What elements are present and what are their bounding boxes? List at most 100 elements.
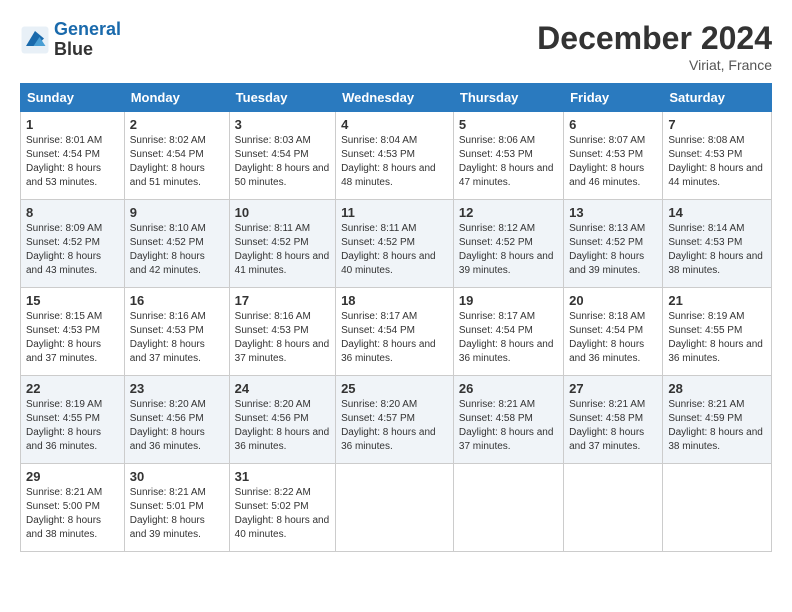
day-number: 30 — [130, 469, 224, 484]
day-info: Sunrise: 8:03 AM Sunset: 4:54 PM Dayligh… — [235, 134, 330, 190]
day-number: 9 — [130, 205, 224, 220]
day-cell-6: 6 Sunrise: 8:07 AM Sunset: 4:53 PM Dayli… — [564, 112, 663, 200]
day-cell-10: 10 Sunrise: 8:11 AM Sunset: 4:52 PM Dayl… — [229, 200, 335, 288]
day-cell-3: 3 Sunrise: 8:03 AM Sunset: 4:54 PM Dayli… — [229, 112, 335, 200]
day-number: 28 — [668, 381, 766, 396]
day-cell-31: 31 Sunrise: 8:22 AM Sunset: 5:02 PM Dayl… — [229, 464, 335, 552]
col-sunday: Sunday — [21, 84, 125, 112]
day-info: Sunrise: 8:20 AM Sunset: 4:57 PM Dayligh… — [341, 398, 448, 454]
day-info: Sunrise: 8:09 AM Sunset: 4:52 PM Dayligh… — [26, 222, 119, 278]
day-cell-15: 15 Sunrise: 8:15 AM Sunset: 4:53 PM Dayl… — [21, 288, 125, 376]
week-row-5: 29 Sunrise: 8:21 AM Sunset: 5:00 PM Dayl… — [21, 464, 772, 552]
col-thursday: Thursday — [453, 84, 563, 112]
logo: General Blue — [20, 20, 121, 60]
day-number: 26 — [459, 381, 558, 396]
day-info: Sunrise: 8:16 AM Sunset: 4:53 PM Dayligh… — [235, 310, 330, 366]
day-number: 4 — [341, 117, 448, 132]
day-cell-30: 30 Sunrise: 8:21 AM Sunset: 5:01 PM Dayl… — [124, 464, 229, 552]
day-info: Sunrise: 8:08 AM Sunset: 4:53 PM Dayligh… — [668, 134, 766, 190]
day-info: Sunrise: 8:21 AM Sunset: 4:59 PM Dayligh… — [668, 398, 766, 454]
day-info: Sunrise: 8:11 AM Sunset: 4:52 PM Dayligh… — [235, 222, 330, 278]
day-number: 12 — [459, 205, 558, 220]
day-info: Sunrise: 8:16 AM Sunset: 4:53 PM Dayligh… — [130, 310, 224, 366]
day-cell-8: 8 Sunrise: 8:09 AM Sunset: 4:52 PM Dayli… — [21, 200, 125, 288]
day-number: 23 — [130, 381, 224, 396]
day-number: 14 — [668, 205, 766, 220]
day-info: Sunrise: 8:20 AM Sunset: 4:56 PM Dayligh… — [235, 398, 330, 454]
day-info: Sunrise: 8:21 AM Sunset: 5:00 PM Dayligh… — [26, 486, 119, 542]
day-cell-25: 25 Sunrise: 8:20 AM Sunset: 4:57 PM Dayl… — [336, 376, 454, 464]
logo-icon — [20, 25, 50, 55]
col-saturday: Saturday — [663, 84, 772, 112]
day-cell-16: 16 Sunrise: 8:16 AM Sunset: 4:53 PM Dayl… — [124, 288, 229, 376]
title-block: December 2024 Viriat, France — [537, 20, 772, 73]
day-info: Sunrise: 8:17 AM Sunset: 4:54 PM Dayligh… — [459, 310, 558, 366]
day-number: 24 — [235, 381, 330, 396]
day-number: 17 — [235, 293, 330, 308]
day-number: 8 — [26, 205, 119, 220]
day-cell-21: 21 Sunrise: 8:19 AM Sunset: 4:55 PM Dayl… — [663, 288, 772, 376]
day-number: 3 — [235, 117, 330, 132]
day-info: Sunrise: 8:17 AM Sunset: 4:54 PM Dayligh… — [341, 310, 448, 366]
logo-line1: General — [54, 19, 121, 39]
day-cell-27: 27 Sunrise: 8:21 AM Sunset: 4:58 PM Dayl… — [564, 376, 663, 464]
day-cell-12: 12 Sunrise: 8:12 AM Sunset: 4:52 PM Dayl… — [453, 200, 563, 288]
day-cell-17: 17 Sunrise: 8:16 AM Sunset: 4:53 PM Dayl… — [229, 288, 335, 376]
day-number: 15 — [26, 293, 119, 308]
week-row-1: 1 Sunrise: 8:01 AM Sunset: 4:54 PM Dayli… — [21, 112, 772, 200]
day-cell-13: 13 Sunrise: 8:13 AM Sunset: 4:52 PM Dayl… — [564, 200, 663, 288]
month-title: December 2024 — [537, 20, 772, 57]
calendar-header: Sunday Monday Tuesday Wednesday Thursday… — [21, 84, 772, 112]
day-number: 18 — [341, 293, 448, 308]
day-cell-9: 9 Sunrise: 8:10 AM Sunset: 4:52 PM Dayli… — [124, 200, 229, 288]
empty-cell — [564, 464, 663, 552]
col-friday: Friday — [564, 84, 663, 112]
day-number: 22 — [26, 381, 119, 396]
day-number: 29 — [26, 469, 119, 484]
day-number: 10 — [235, 205, 330, 220]
page-header: General Blue December 2024 Viriat, Franc… — [20, 20, 772, 73]
empty-cell — [453, 464, 563, 552]
col-wednesday: Wednesday — [336, 84, 454, 112]
day-info: Sunrise: 8:21 AM Sunset: 5:01 PM Dayligh… — [130, 486, 224, 542]
day-info: Sunrise: 8:02 AM Sunset: 4:54 PM Dayligh… — [130, 134, 224, 190]
logo-line2: Blue — [54, 39, 93, 59]
calendar-body: 1 Sunrise: 8:01 AM Sunset: 4:54 PM Dayli… — [21, 112, 772, 552]
day-info: Sunrise: 8:18 AM Sunset: 4:54 PM Dayligh… — [569, 310, 657, 366]
day-info: Sunrise: 8:12 AM Sunset: 4:52 PM Dayligh… — [459, 222, 558, 278]
day-number: 13 — [569, 205, 657, 220]
day-number: 27 — [569, 381, 657, 396]
day-info: Sunrise: 8:04 AM Sunset: 4:53 PM Dayligh… — [341, 134, 448, 190]
logo-text: General Blue — [54, 20, 121, 60]
day-cell-24: 24 Sunrise: 8:20 AM Sunset: 4:56 PM Dayl… — [229, 376, 335, 464]
day-number: 21 — [668, 293, 766, 308]
day-cell-26: 26 Sunrise: 8:21 AM Sunset: 4:58 PM Dayl… — [453, 376, 563, 464]
day-info: Sunrise: 8:21 AM Sunset: 4:58 PM Dayligh… — [569, 398, 657, 454]
day-cell-22: 22 Sunrise: 8:19 AM Sunset: 4:55 PM Dayl… — [21, 376, 125, 464]
day-cell-23: 23 Sunrise: 8:20 AM Sunset: 4:56 PM Dayl… — [124, 376, 229, 464]
day-info: Sunrise: 8:20 AM Sunset: 4:56 PM Dayligh… — [130, 398, 224, 454]
day-info: Sunrise: 8:07 AM Sunset: 4:53 PM Dayligh… — [569, 134, 657, 190]
day-number: 20 — [569, 293, 657, 308]
day-info: Sunrise: 8:22 AM Sunset: 5:02 PM Dayligh… — [235, 486, 330, 542]
day-cell-29: 29 Sunrise: 8:21 AM Sunset: 5:00 PM Dayl… — [21, 464, 125, 552]
day-cell-14: 14 Sunrise: 8:14 AM Sunset: 4:53 PM Dayl… — [663, 200, 772, 288]
day-number: 7 — [668, 117, 766, 132]
week-row-3: 15 Sunrise: 8:15 AM Sunset: 4:53 PM Dayl… — [21, 288, 772, 376]
day-number: 19 — [459, 293, 558, 308]
day-cell-20: 20 Sunrise: 8:18 AM Sunset: 4:54 PM Dayl… — [564, 288, 663, 376]
day-number: 1 — [26, 117, 119, 132]
day-cell-5: 5 Sunrise: 8:06 AM Sunset: 4:53 PM Dayli… — [453, 112, 563, 200]
location: Viriat, France — [537, 57, 772, 73]
day-cell-18: 18 Sunrise: 8:17 AM Sunset: 4:54 PM Dayl… — [336, 288, 454, 376]
day-info: Sunrise: 8:14 AM Sunset: 4:53 PM Dayligh… — [668, 222, 766, 278]
calendar-table: Sunday Monday Tuesday Wednesday Thursday… — [20, 83, 772, 552]
day-cell-1: 1 Sunrise: 8:01 AM Sunset: 4:54 PM Dayli… — [21, 112, 125, 200]
day-cell-11: 11 Sunrise: 8:11 AM Sunset: 4:52 PM Dayl… — [336, 200, 454, 288]
day-cell-2: 2 Sunrise: 8:02 AM Sunset: 4:54 PM Dayli… — [124, 112, 229, 200]
day-info: Sunrise: 8:19 AM Sunset: 4:55 PM Dayligh… — [26, 398, 119, 454]
day-info: Sunrise: 8:11 AM Sunset: 4:52 PM Dayligh… — [341, 222, 448, 278]
empty-cell — [336, 464, 454, 552]
day-number: 5 — [459, 117, 558, 132]
day-info: Sunrise: 8:19 AM Sunset: 4:55 PM Dayligh… — [668, 310, 766, 366]
